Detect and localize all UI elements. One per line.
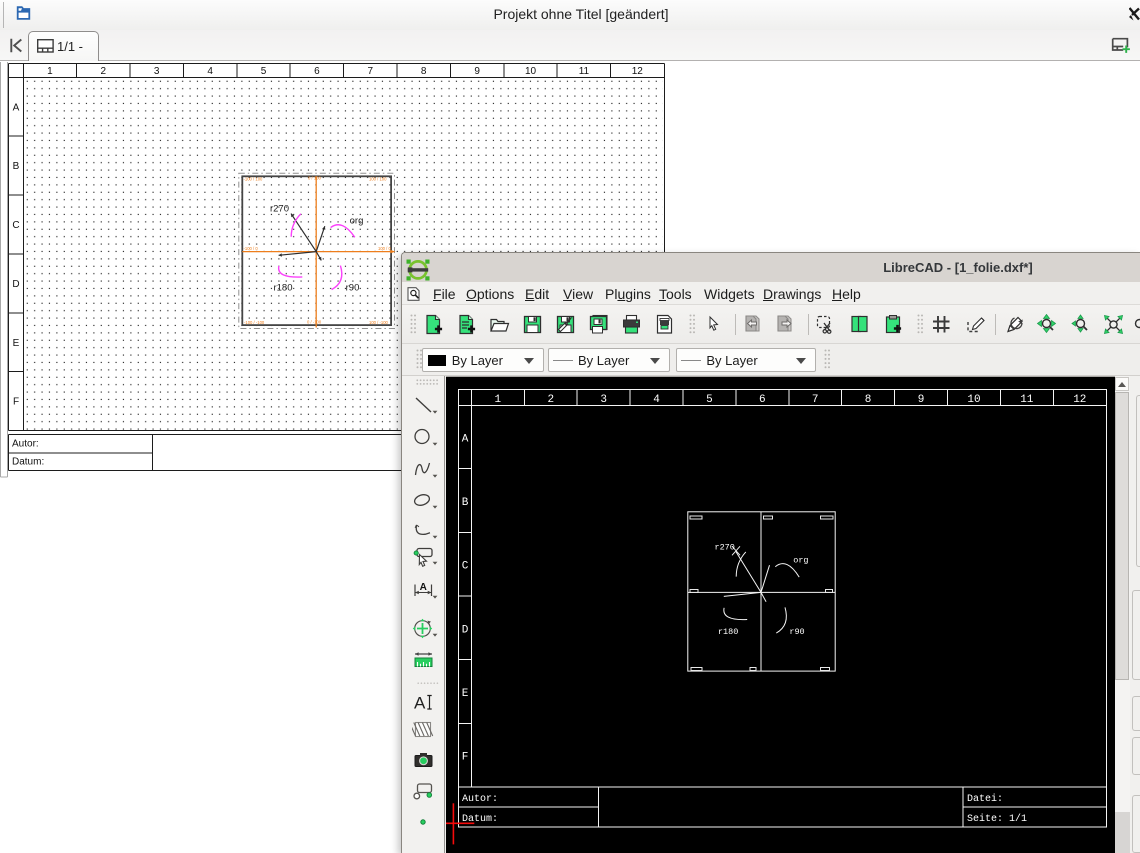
svg-text:r180: r180: [718, 627, 738, 637]
svg-text:1: 1: [47, 66, 53, 77]
svg-text:Autor:: Autor:: [12, 439, 39, 450]
svg-text:r180: r180: [273, 283, 292, 294]
svg-text:C: C: [462, 561, 469, 573]
svg-text:100 / 100: 100 / 100: [369, 177, 387, 182]
svg-text:8: 8: [865, 394, 872, 406]
svg-text:F: F: [462, 752, 469, 764]
svg-text:11: 11: [579, 66, 590, 77]
svg-text:-100 / 0: -100 / 0: [244, 246, 259, 251]
svg-text:5: 5: [706, 394, 713, 406]
svg-text:r90: r90: [789, 627, 804, 637]
svg-text:A: A: [420, 582, 427, 593]
svg-text:A: A: [462, 433, 469, 445]
svg-text:9: 9: [474, 66, 480, 77]
svg-text:B: B: [462, 497, 469, 509]
svg-text:11: 11: [1020, 394, 1034, 406]
svg-text:D: D: [12, 279, 19, 290]
svg-text:6: 6: [314, 66, 320, 77]
svg-text:org: org: [793, 555, 808, 565]
svg-text:r270: r270: [270, 204, 289, 215]
svg-text:1: 1: [494, 394, 501, 406]
svg-text:100 / -100: 100 / -100: [369, 320, 389, 325]
svg-text:r270: r270: [714, 543, 734, 553]
svg-text:-100 / 100: -100 / 100: [244, 177, 264, 182]
svg-text:2: 2: [547, 394, 554, 406]
svg-text:-100 / -100: -100 / -100: [244, 320, 265, 325]
svg-text:F: F: [13, 397, 19, 408]
svg-text:100 / 0: 100 / 0: [378, 246, 391, 251]
svg-text:B: B: [13, 161, 20, 172]
svg-text:3: 3: [154, 66, 160, 77]
svg-text:10: 10: [967, 394, 980, 406]
svg-text:5: 5: [261, 66, 267, 77]
svg-text:6: 6: [759, 394, 766, 406]
svg-text:C: C: [12, 220, 19, 231]
svg-text:E: E: [462, 688, 469, 700]
svg-text:Datei:: Datei:: [967, 793, 1003, 805]
svg-text:9: 9: [918, 394, 925, 406]
svg-text:r90: r90: [346, 283, 360, 294]
svg-text:Seite: 1/1: Seite: 1/1: [967, 813, 1027, 825]
svg-text:A: A: [13, 102, 20, 113]
svg-text:E: E: [13, 338, 20, 349]
svg-text:7: 7: [368, 66, 374, 77]
svg-text:4: 4: [653, 394, 660, 406]
svg-text:3: 3: [600, 394, 607, 406]
svg-text:Datum:: Datum:: [12, 457, 44, 468]
svg-text:2: 2: [101, 66, 107, 77]
svg-text:12: 12: [632, 66, 644, 77]
svg-text:4: 4: [207, 66, 213, 77]
svg-text:A: A: [414, 694, 426, 713]
svg-text:12: 12: [1073, 394, 1086, 406]
svg-text:10: 10: [525, 66, 537, 77]
svg-text:D: D: [462, 624, 469, 636]
svg-text:Autor:: Autor:: [462, 794, 498, 805]
svg-text:0 / -100: 0 / -100: [307, 320, 322, 325]
svg-text:org: org: [350, 216, 364, 227]
svg-text:7: 7: [812, 394, 819, 406]
svg-text:8: 8: [421, 66, 427, 77]
svg-text:0 / 100: 0 / 100: [308, 176, 321, 181]
